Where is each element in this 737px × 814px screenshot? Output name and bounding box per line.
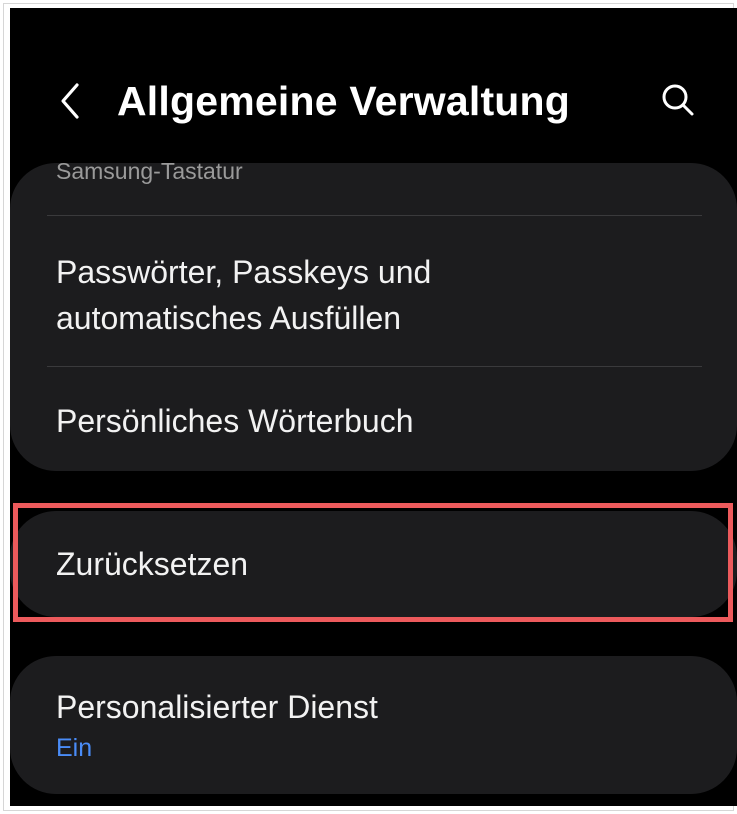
list-item-label: Samsung-Tastatur — [56, 158, 243, 184]
status-value: Ein — [56, 734, 93, 762]
list-item-personal-dictionary[interactable]: Persönliches Wörterbuch — [56, 398, 701, 444]
divider — [47, 215, 702, 216]
settings-group-3: Personalisierter Dienst Ein — [10, 656, 737, 794]
list-item-label: Persönliches Wörterbuch — [56, 403, 414, 439]
search-button[interactable] — [658, 82, 698, 122]
app-header: Allgemeine Verwaltung — [10, 8, 737, 158]
list-item-passwords-autofill[interactable]: Passwörter, Passkeys und automatisches A… — [56, 249, 701, 341]
list-item-label-line2: automatisches Ausfüllen — [56, 300, 402, 336]
divider — [47, 366, 702, 367]
page-title: Allgemeine Verwaltung — [117, 78, 571, 124]
settings-screen: Allgemeine Verwaltung Samsung-Tastatur P… — [10, 8, 737, 806]
list-item-label-line1: Passwörter, Passkeys und — [56, 254, 432, 290]
list-item-samsung-keyboard[interactable]: Samsung-Tastatur — [56, 158, 701, 185]
list-item-reset[interactable]: Zurücksetzen — [56, 541, 701, 587]
list-item-personalized-service[interactable]: Personalisierter Dienst Ein — [56, 684, 701, 763]
chevron-left-icon — [59, 82, 81, 125]
list-item-label: Zurücksetzen — [56, 546, 249, 582]
back-button[interactable] — [52, 80, 88, 126]
settings-group-1: Samsung-Tastatur Passwörter, Passkeys un… — [10, 158, 737, 471]
search-icon — [660, 82, 696, 123]
settings-group-2: Zurücksetzen — [10, 511, 737, 617]
list-item-label: Personalisierter Dienst — [56, 689, 378, 725]
